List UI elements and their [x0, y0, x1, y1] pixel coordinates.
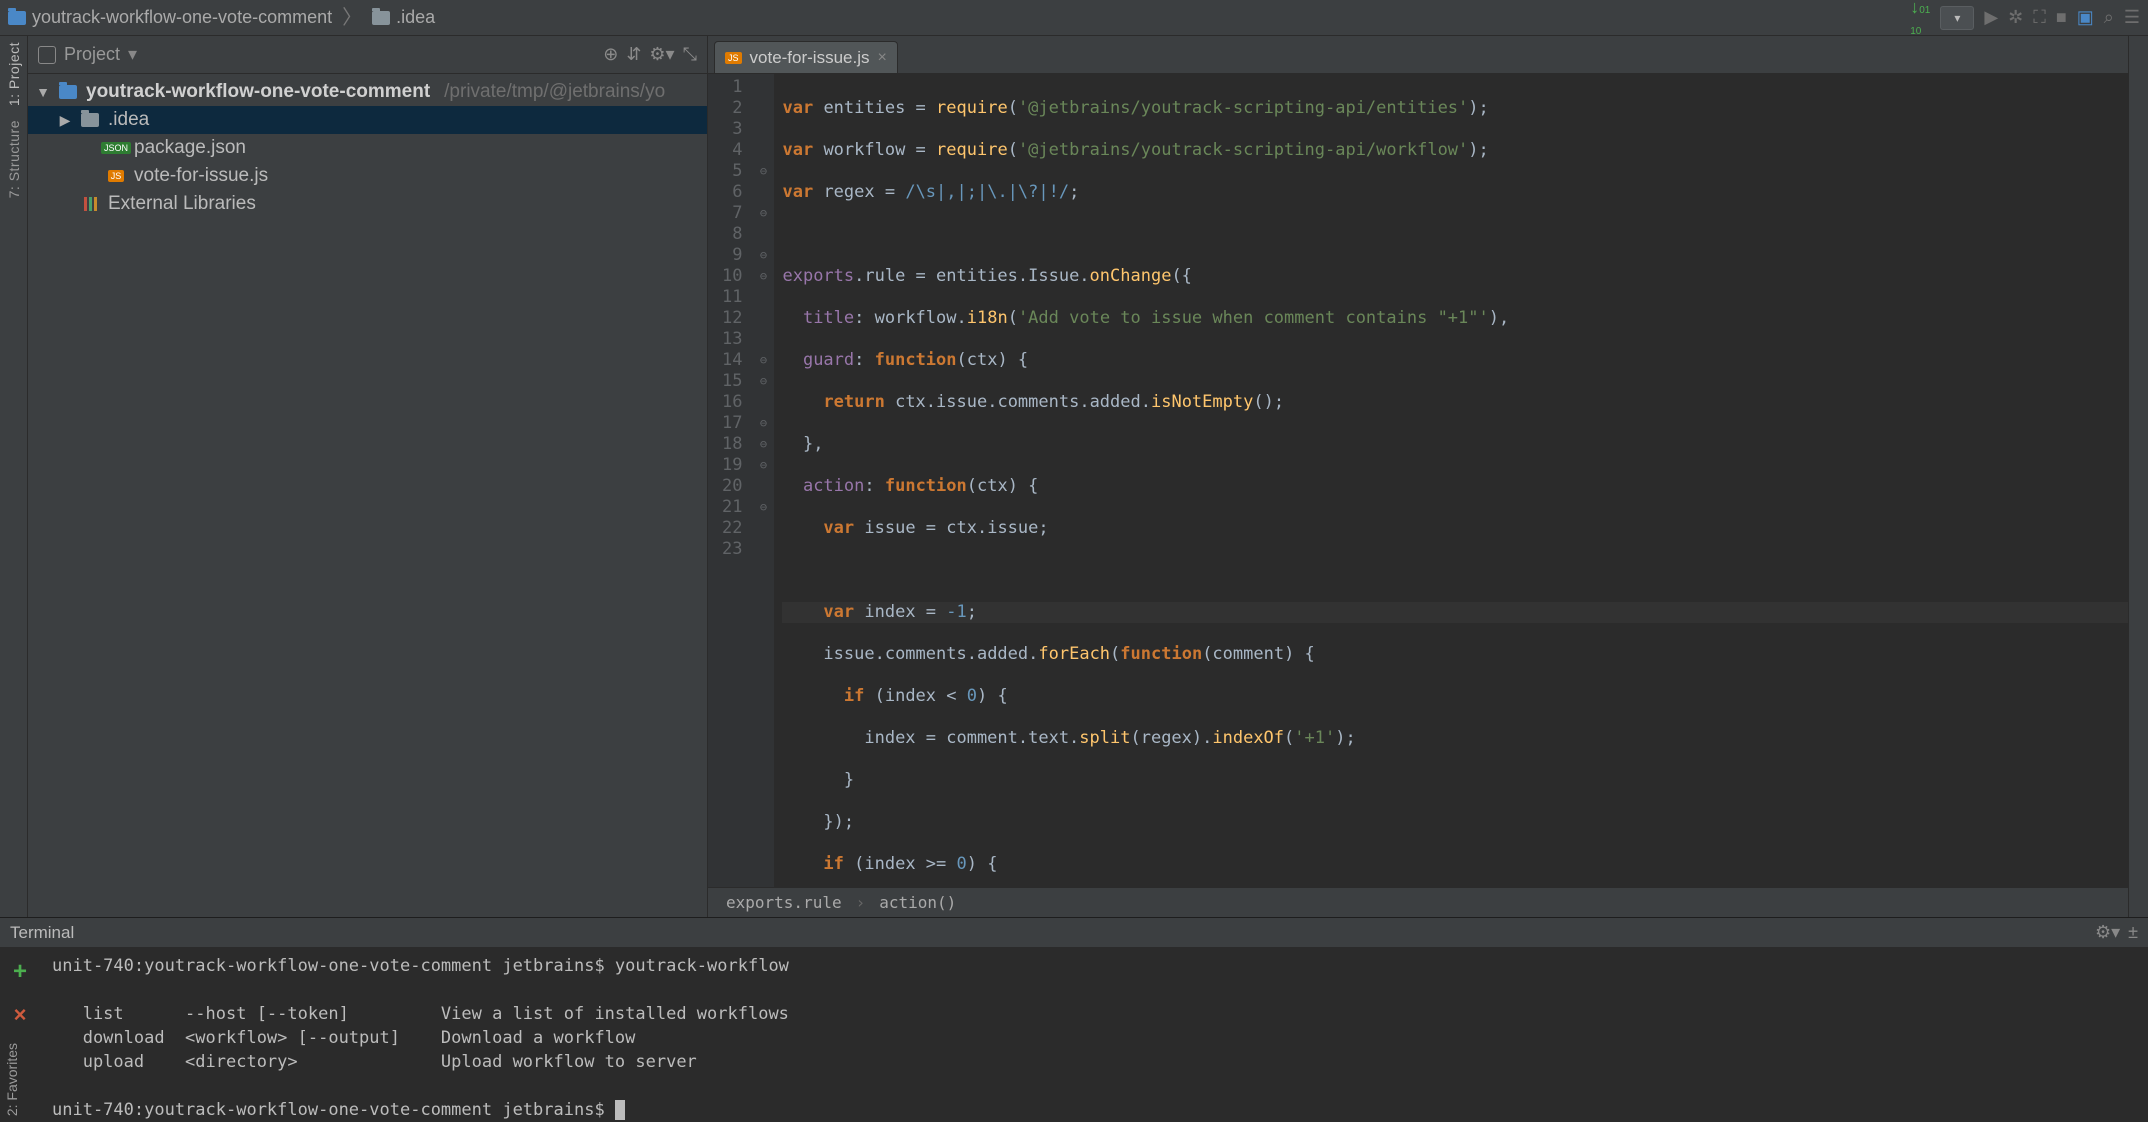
editor-tab-bar: JS vote-for-issue.js × [708, 36, 2128, 74]
tree-ext-libs-label: External Libraries [108, 193, 256, 215]
code-breadcrumb-1[interactable]: exports.rule [726, 893, 842, 912]
navigation-bar: youtrack-workflow-one-vote-comment 〉 .id… [0, 0, 2148, 36]
tool-tab-project[interactable]: 1: Project [6, 42, 22, 106]
tool-tab-favorites[interactable]: 2: Favorites [4, 1043, 20, 1116]
code-content[interactable]: var entities = require('@jetbrains/youtr… [774, 74, 2128, 887]
tree-file-votejs[interactable]: JS vote-for-issue.js [28, 162, 707, 190]
json-file-icon: JSON [101, 142, 131, 154]
hide-icon[interactable]: ± [2128, 922, 2138, 943]
tree-folder-idea-label: .idea [108, 109, 149, 131]
project-tree[interactable]: ▼ youtrack-workflow-one-vote-comment /pr… [28, 74, 707, 917]
code-structure-breadcrumb: exports.rule › action() [708, 887, 2128, 917]
search-everywhere-icon[interactable]: ⌕ [2104, 7, 2114, 28]
expand-arrow-icon[interactable]: ▶ [58, 112, 72, 129]
left-tool-strip: 1: Project 7: Structure [0, 36, 28, 917]
tree-file-package-label: package.json [134, 137, 246, 159]
gutter-icons: ⊖⊖⊖⊖⊖⊖⊖⊖⊖⊖ [752, 74, 774, 887]
tree-root[interactable]: ▼ youtrack-workflow-one-vote-comment /pr… [28, 78, 707, 106]
terminal-tool-window: Terminal ⚙▾ ± + × unit-740:youtrack-work… [0, 917, 2148, 1122]
folder-icon [81, 113, 99, 127]
js-file-icon: JS [108, 170, 125, 182]
run-icon[interactable]: ▶ [1984, 7, 1998, 28]
editor: JS vote-for-issue.js × 12345678910111213… [708, 36, 2128, 917]
right-tool-strip [2128, 36, 2148, 917]
tree-root-label: youtrack-workflow-one-vote-comment [86, 81, 430, 103]
terminal-output[interactable]: unit-740:youtrack-workflow-one-vote-comm… [40, 948, 2148, 1122]
chevron-right-icon: 〉 [342, 8, 362, 28]
debug-icon[interactable]: ✲ [2008, 7, 2023, 28]
terminal-header: Terminal ⚙▾ ± [0, 918, 2148, 948]
tool-tab-structure[interactable]: 7: Structure [6, 120, 22, 198]
run-config-dropdown[interactable]: ▾ [1940, 6, 1974, 30]
js-file-icon: JS [725, 52, 742, 64]
folder-icon [372, 11, 390, 25]
gear-icon[interactable]: ⚙▾ [649, 44, 674, 65]
breadcrumb-idea[interactable]: .idea [372, 7, 435, 28]
line-number-gutter: 1234567891011121314151617181920212223 [708, 74, 752, 887]
code-editor[interactable]: 1234567891011121314151617181920212223 ⊖⊖… [708, 74, 2128, 887]
project-view-icon[interactable] [38, 46, 56, 64]
tree-root-path: /private/tmp/@jetbrains/yo [444, 81, 665, 103]
locate-icon[interactable]: ⊕ [603, 44, 618, 65]
project-panel-header: Project ▾ ⊕ ⇵ ⚙▾ ⤡ [28, 36, 707, 74]
gear-icon[interactable]: ⚙▾ [2095, 922, 2120, 943]
expand-arrow-icon[interactable]: ▼ [36, 84, 50, 100]
stop-icon[interactable]: ■ [2056, 7, 2067, 28]
collapse-icon[interactable]: ⇵ [626, 44, 641, 65]
editor-tab-label: vote-for-issue.js [750, 48, 870, 68]
vcs-update-icon[interactable]: ↓0110 [1910, 0, 1930, 39]
project-tool-window: Project ▾ ⊕ ⇵ ⚙▾ ⤡ ▼ youtrack-workflow-o… [28, 36, 708, 917]
folder-icon [59, 85, 77, 99]
project-panel-title: Project [64, 44, 120, 65]
breadcrumb-idea-label: .idea [396, 7, 435, 28]
tree-file-votejs-label: vote-for-issue.js [134, 165, 268, 187]
coverage-icon[interactable]: ⛶ [2033, 7, 2046, 28]
tree-external-libraries[interactable]: External Libraries [28, 190, 707, 218]
editor-tab-votejs[interactable]: JS vote-for-issue.js × [714, 41, 898, 73]
tree-folder-idea[interactable]: ▶ .idea [28, 106, 707, 134]
code-breadcrumb-2[interactable]: action() [879, 893, 956, 912]
tree-file-package[interactable]: JSON package.json [28, 134, 707, 162]
new-session-icon[interactable]: + [13, 958, 27, 986]
terminal-icon[interactable]: ▣ [2077, 7, 2094, 28]
terminal-title: Terminal [10, 923, 74, 943]
close-session-icon[interactable]: × [14, 1002, 27, 1028]
libraries-icon [84, 197, 97, 211]
breadcrumb-root-label: youtrack-workflow-one-vote-comment [32, 7, 332, 28]
toolbar-run-tools: ↓0110 ▾ ▶ ✲ ⛶ ■ ▣ ⌕ ☰ [1910, 0, 2140, 39]
close-icon[interactable]: × [878, 49, 887, 67]
drawer-icon[interactable]: ☰ [2124, 7, 2140, 28]
hide-icon[interactable]: ⤡ [683, 44, 697, 65]
breadcrumb-root[interactable]: youtrack-workflow-one-vote-comment [8, 7, 332, 28]
folder-icon [8, 11, 26, 25]
